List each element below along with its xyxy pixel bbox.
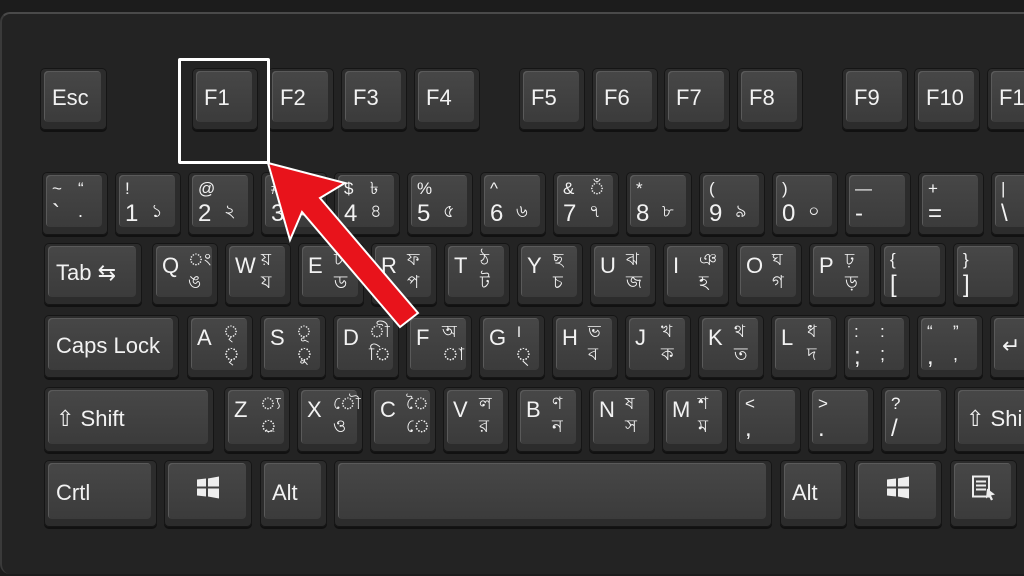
arrow-shape (266, 161, 420, 329)
red-arrow-icon (266, 161, 420, 329)
